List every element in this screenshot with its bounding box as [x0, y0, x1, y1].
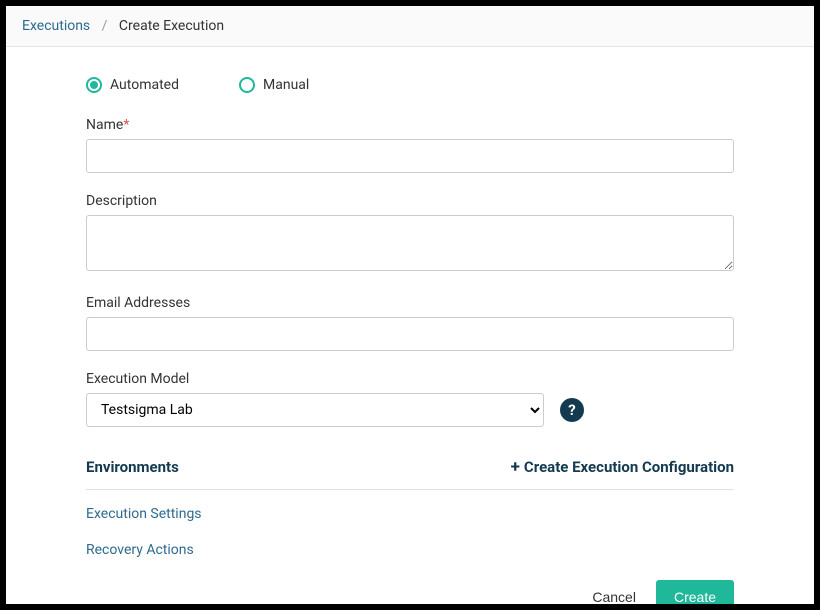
- radio-manual[interactable]: Manual: [239, 77, 309, 93]
- radio-icon: [239, 77, 255, 93]
- description-group: Description: [86, 193, 734, 275]
- button-row: Cancel Create: [86, 580, 734, 604]
- execution-model-select[interactable]: Testsigma Lab: [86, 393, 544, 427]
- radio-icon: [86, 77, 102, 93]
- execution-model-group: Execution Model Testsigma Lab ?: [86, 371, 734, 427]
- create-button[interactable]: Create: [656, 580, 734, 604]
- radio-label: Manual: [263, 77, 309, 93]
- execution-settings-link[interactable]: Execution Settings: [86, 506, 202, 522]
- breadcrumb-separator: /: [102, 18, 108, 34]
- email-group: Email Addresses: [86, 295, 734, 351]
- radio-automated[interactable]: Automated: [86, 77, 179, 93]
- execution-model-row: Testsigma Lab ?: [86, 393, 734, 427]
- execution-model-label: Execution Model: [86, 371, 734, 387]
- recovery-actions-link[interactable]: Recovery Actions: [86, 542, 194, 558]
- email-label: Email Addresses: [86, 295, 734, 311]
- create-execution-config-button[interactable]: + Create Execution Configuration: [511, 457, 734, 477]
- create-config-label: Create Execution Configuration: [524, 458, 734, 476]
- execution-type-radio-group: Automated Manual: [86, 77, 734, 93]
- name-input[interactable]: [86, 139, 734, 173]
- help-icon[interactable]: ?: [560, 398, 584, 422]
- form-content: Automated Manual Name* Description Email…: [6, 47, 814, 604]
- description-textarea[interactable]: [86, 215, 734, 271]
- recovery-actions-row: Recovery Actions: [86, 526, 734, 562]
- environments-header: Environments + Create Execution Configur…: [86, 447, 734, 490]
- cancel-button[interactable]: Cancel: [588, 581, 640, 604]
- page-container: Executions / Create Execution Automated …: [6, 6, 814, 604]
- breadcrumb-parent-link[interactable]: Executions: [22, 18, 90, 34]
- email-input[interactable]: [86, 317, 734, 351]
- name-label-text: Name: [86, 117, 123, 133]
- environments-title: Environments: [86, 458, 179, 476]
- name-group: Name*: [86, 117, 734, 173]
- description-label: Description: [86, 193, 734, 209]
- breadcrumb: Executions / Create Execution: [6, 6, 814, 47]
- name-label: Name*: [86, 117, 734, 133]
- breadcrumb-current: Create Execution: [119, 18, 224, 34]
- required-mark: *: [123, 117, 129, 133]
- radio-label: Automated: [110, 77, 179, 93]
- plus-icon: +: [511, 457, 520, 477]
- execution-settings-row: Execution Settings: [86, 490, 734, 526]
